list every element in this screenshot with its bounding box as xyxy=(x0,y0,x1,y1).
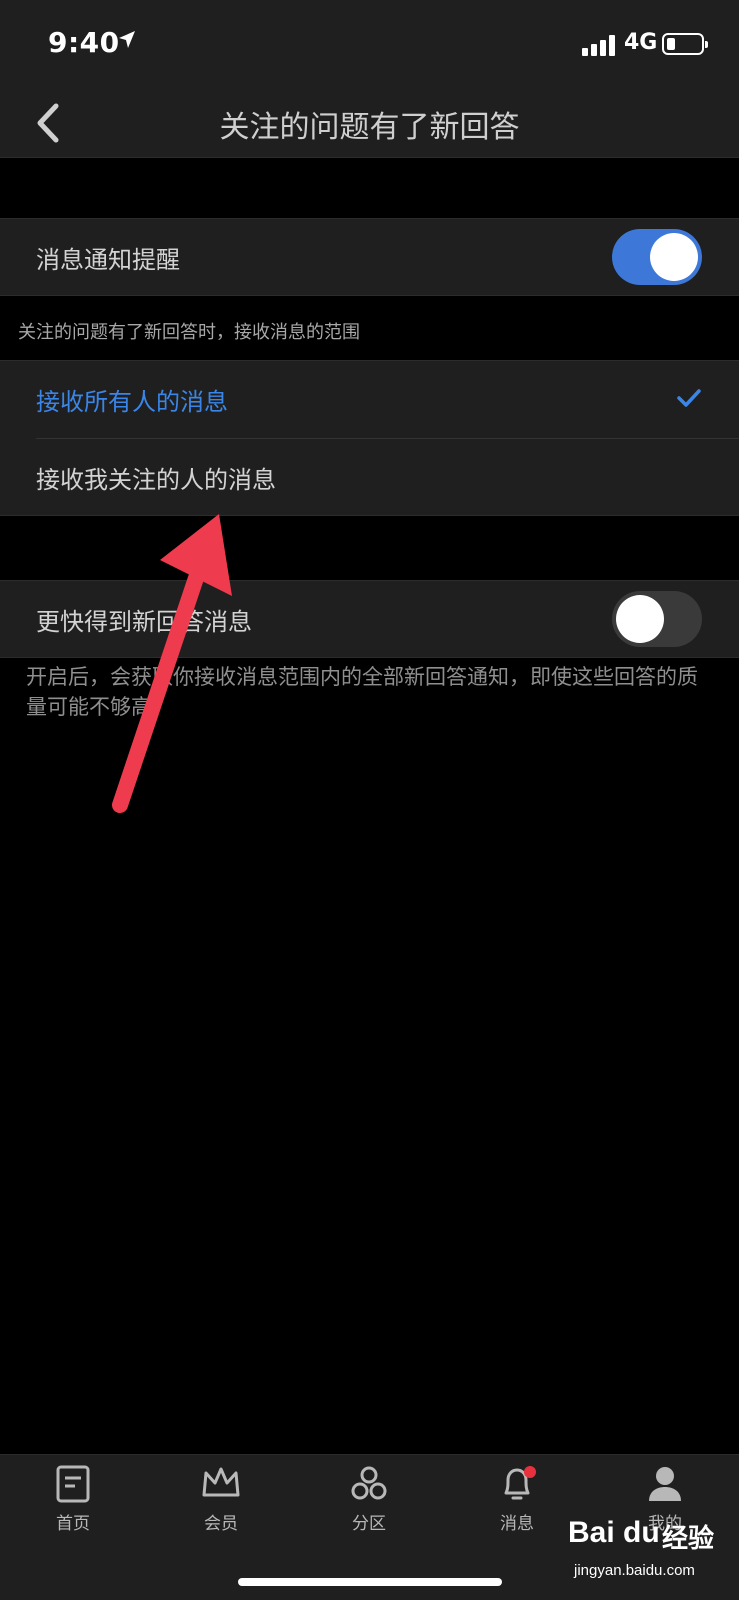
scope-option-all[interactable]: 接收所有人的消息 xyxy=(0,360,739,438)
notify-row: 消息通知提醒 xyxy=(0,218,739,296)
page-title: 关注的问题有了新回答 xyxy=(219,110,520,145)
scope-option-following[interactable]: 接收我关注的人的消息 xyxy=(0,438,739,516)
status-time: 9:40 xyxy=(48,26,120,59)
crown-icon xyxy=(202,1467,240,1497)
tab-vip[interactable]: 会员 xyxy=(171,1465,271,1545)
tab-zones[interactable]: 分区 xyxy=(319,1465,419,1545)
notify-label: 消息通知提醒 xyxy=(36,246,180,274)
tab-zones-label: 分区 xyxy=(352,1514,386,1534)
scope-option-all-label: 接收所有人的消息 xyxy=(36,388,228,416)
baidu-watermark: Bai du 经验 jingyan.baidu.com xyxy=(560,1500,735,1596)
signal-icon xyxy=(582,34,618,56)
status-bar: 9:40 4G xyxy=(0,0,739,88)
scope-option-following-label: 接收我关注的人的消息 xyxy=(36,466,276,494)
tab-messages[interactable]: 消息 xyxy=(467,1465,567,1545)
watermark-url: jingyan.baidu.com xyxy=(574,1562,695,1579)
location-arrow-icon xyxy=(119,31,135,48)
scope-list: 接收所有人的消息 接收我关注的人的消息 xyxy=(0,360,739,516)
home-indicator xyxy=(238,1578,502,1586)
notify-toggle[interactable] xyxy=(612,229,702,285)
faster-row: 更快得到新回答消息 xyxy=(0,580,739,658)
network-type: 4G xyxy=(624,30,658,55)
faster-label: 更快得到新回答消息 xyxy=(36,608,252,636)
tab-messages-label: 消息 xyxy=(500,1514,534,1534)
notification-badge xyxy=(524,1466,536,1478)
tab-home-label: 首页 xyxy=(56,1514,90,1534)
watermark-brand: Bai du xyxy=(568,1516,660,1549)
hexagons-icon xyxy=(351,1466,387,1500)
tab-vip-label: 会员 xyxy=(204,1514,238,1534)
faster-description: 开启后，会获取你接收消息范围内的全部新回答通知，即使这些回答的质量可能不够高 xyxy=(26,665,698,719)
document-icon xyxy=(56,1465,90,1503)
watermark-sub: 经验 xyxy=(662,1524,715,1554)
tab-home[interactable]: 首页 xyxy=(23,1465,123,1545)
checkmark-icon xyxy=(677,389,701,407)
battery-icon xyxy=(662,33,708,55)
scope-caption: 关注的问题有了新回答时，接收消息的范围 xyxy=(18,322,360,343)
faster-toggle[interactable] xyxy=(612,591,702,647)
navigation-bar: 关注的问题有了新回答 xyxy=(0,88,739,158)
bell-icon xyxy=(504,1466,536,1500)
person-icon xyxy=(649,1467,681,1501)
